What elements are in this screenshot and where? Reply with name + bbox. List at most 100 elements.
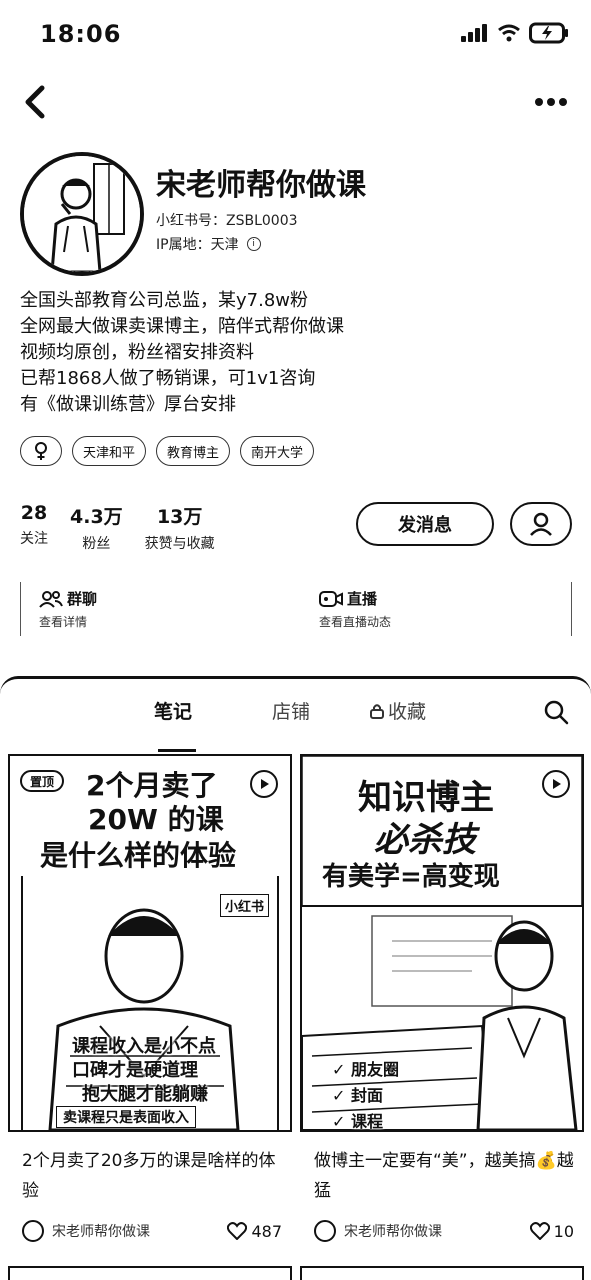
note-author[interactable]: 宋老师帮你做课 <box>52 1221 227 1241</box>
feature-entries: 群聊 查看详情 直播 查看直播动态 <box>20 582 572 636</box>
stat-number: 28 <box>20 502 48 524</box>
profile-ip: IP属地：天津 i <box>156 234 261 254</box>
like-button[interactable]: 487 <box>227 1222 282 1241</box>
female-icon <box>35 442 47 460</box>
status-time: 18:06 <box>40 20 122 48</box>
search-icon <box>544 700 569 725</box>
signal-icon <box>461 24 487 42</box>
category-tag[interactable]: 教育博主 <box>156 436 231 466</box>
next-row-peek <box>0 1266 591 1280</box>
author-avatar[interactable] <box>314 1220 336 1242</box>
more-dots-icon <box>535 98 567 106</box>
tab-notes[interactable]: 笔记 <box>154 697 192 724</box>
profile-id[interactable]: 小红书号：ZSBL0003 <box>156 210 298 230</box>
content-tabs: 笔记 店铺 收藏 <box>0 697 591 752</box>
note-cover[interactable]: 知识博主 必杀技 有美学=高变现 ✓ 朋友圈 ✓ 封面 ✓ 课程 <box>300 754 584 1132</box>
feature-subtitle: 查看直播动态 <box>319 615 392 629</box>
cover-headline: 20W 的课 <box>88 803 224 836</box>
checklist-label: 封面 <box>350 1086 383 1105</box>
cover-watermark: 小红书 <box>220 894 270 917</box>
location-tag[interactable]: 天津和平 <box>72 436 147 466</box>
pinned-badge: 置顶 <box>20 770 65 792</box>
cover-caption: 抱大腿才能躺赚 <box>82 1084 208 1105</box>
group-chat-icon <box>39 590 63 608</box>
video-play-icon <box>250 770 278 798</box>
heart-icon <box>227 1222 248 1240</box>
note-meta: 宋老师帮你做课 487 <box>22 1218 282 1244</box>
school-tag[interactable]: 南开大学 <box>240 436 315 466</box>
like-button[interactable]: 10 <box>529 1221 574 1241</box>
checklist-item: ✓ 封面 <box>332 1086 383 1105</box>
tab-collections-label: 收藏 <box>388 701 427 723</box>
bio-line: 全国头部教育公司总监，某y7.8w粉 <box>20 290 308 311</box>
profile-bio: 全国头部教育公司总监，某y7.8w粉 全网最大做课卖课博主，陪伴式帮你做课 视频… <box>20 288 580 418</box>
live-entry[interactable]: 直播 查看直播动态 <box>319 588 391 630</box>
feature-subtitle: 查看详情 <box>39 615 88 629</box>
note-meta: 宋老师帮你做课 10 <box>314 1218 574 1244</box>
send-message-button[interactable]: 发消息 <box>356 502 494 546</box>
info-icon[interactable]: i <box>246 237 261 251</box>
note-card[interactable]: 置顶 2个月卖了 20W 的课 是什么样的体验 小红书 课程收入是小不点 口碑才… <box>8 754 292 1280</box>
cover-caption: 课程收入是小不点 <box>72 1036 216 1057</box>
stat-label: 粉丝 <box>82 536 111 552</box>
tab-shop[interactable]: 店铺 <box>272 697 310 724</box>
cover-headline: 是什么样的体验 <box>40 839 237 872</box>
note-author[interactable]: 宋老师帮你做课 <box>344 1221 530 1241</box>
more-button[interactable] <box>533 88 569 116</box>
wifi-icon <box>498 24 520 42</box>
search-button[interactable] <box>543 699 569 729</box>
lock-icon <box>370 703 384 719</box>
feature-title: 群聊 <box>67 590 98 608</box>
nav-bar <box>0 72 591 132</box>
bio-line: 视频均原创，粉丝褶安排资料 <box>20 342 254 363</box>
battery-icon <box>529 22 568 44</box>
checklist-item: ✓ 朋友圈 <box>332 1060 399 1079</box>
avatar-portrait <box>24 156 140 272</box>
next-note-card-edge <box>8 1266 292 1280</box>
like-count: 487 <box>251 1221 282 1241</box>
stat-label: 关注 <box>20 531 48 547</box>
note-title[interactable]: 做博主一定要有“美”，越美搞💰越猛 <box>314 1146 574 1206</box>
note-title[interactable]: 2个月卖了20多万的课是啥样的体验 <box>22 1146 282 1206</box>
tab-collections[interactable]: 收藏 <box>370 697 426 724</box>
heart-icon <box>529 1222 550 1240</box>
ip-location-label: IP属地：天津 <box>156 237 239 253</box>
group-chat-entry[interactable]: 群聊 查看详情 <box>39 588 97 630</box>
bio-line: 已帮1868人做了畅销课，可1v1咨询 <box>20 368 316 389</box>
bio-line: 全网最大做课卖课博主，陪伴式帮你做课 <box>20 316 344 337</box>
back-button[interactable] <box>18 82 58 122</box>
next-note-card-edge <box>300 1266 584 1280</box>
status-icons <box>461 22 569 44</box>
bio-line: 有《做课训练营》厚台安排 <box>20 394 236 415</box>
following-stat[interactable]: 28 关注 <box>20 502 48 553</box>
follow-button[interactable] <box>510 502 572 546</box>
active-tab-indicator <box>158 749 196 752</box>
stat-label: 获赞与收藏 <box>144 536 215 552</box>
like-count: 10 <box>553 1221 574 1241</box>
back-arrow-icon <box>25 85 45 119</box>
likes-collects-stat[interactable]: 13万 获赞与收藏 <box>145 502 215 553</box>
avatar[interactable] <box>20 152 144 276</box>
status-bar: 18:06 <box>0 0 591 72</box>
followers-stat[interactable]: 4.3万 粉丝 <box>70 502 123 553</box>
user-icon <box>530 512 552 536</box>
profile-name: 宋老师帮你做课 <box>156 168 366 203</box>
profile-stats: 28 关注 4.3万 粉丝 13万 获赞与收藏 <box>20 502 215 553</box>
note-cover[interactable]: 置顶 2个月卖了 20W 的课 是什么样的体验 小红书 课程收入是小不点 口碑才… <box>8 754 292 1132</box>
note-card[interactable]: 知识博主 必杀技 有美学=高变现 ✓ 朋友圈 ✓ 封面 ✓ 课程 做博主一定要有… <box>300 754 584 1280</box>
checklist-item: ✓ 课程 <box>332 1112 383 1131</box>
checklist-label: 朋友圈 <box>350 1060 399 1079</box>
author-avatar[interactable] <box>22 1220 44 1242</box>
cover-caption: 卖课程只是表面收入 <box>56 1106 196 1128</box>
profile-tags: 天津和平 教育博主 南开大学 <box>20 436 315 466</box>
checklist-label: 课程 <box>350 1112 383 1131</box>
gender-tag <box>20 436 62 466</box>
cover-caption: 口碑才是硬道理 <box>72 1060 198 1081</box>
cover-headline: 必杀技 <box>374 820 476 860</box>
feature-title: 直播 <box>347 590 378 608</box>
stat-number: 4.3万 <box>70 506 123 528</box>
live-icon <box>319 590 343 607</box>
cover-headline: 有美学=高变现 <box>322 862 500 892</box>
stat-number: 13万 <box>156 506 203 528</box>
video-play-icon <box>542 770 570 798</box>
